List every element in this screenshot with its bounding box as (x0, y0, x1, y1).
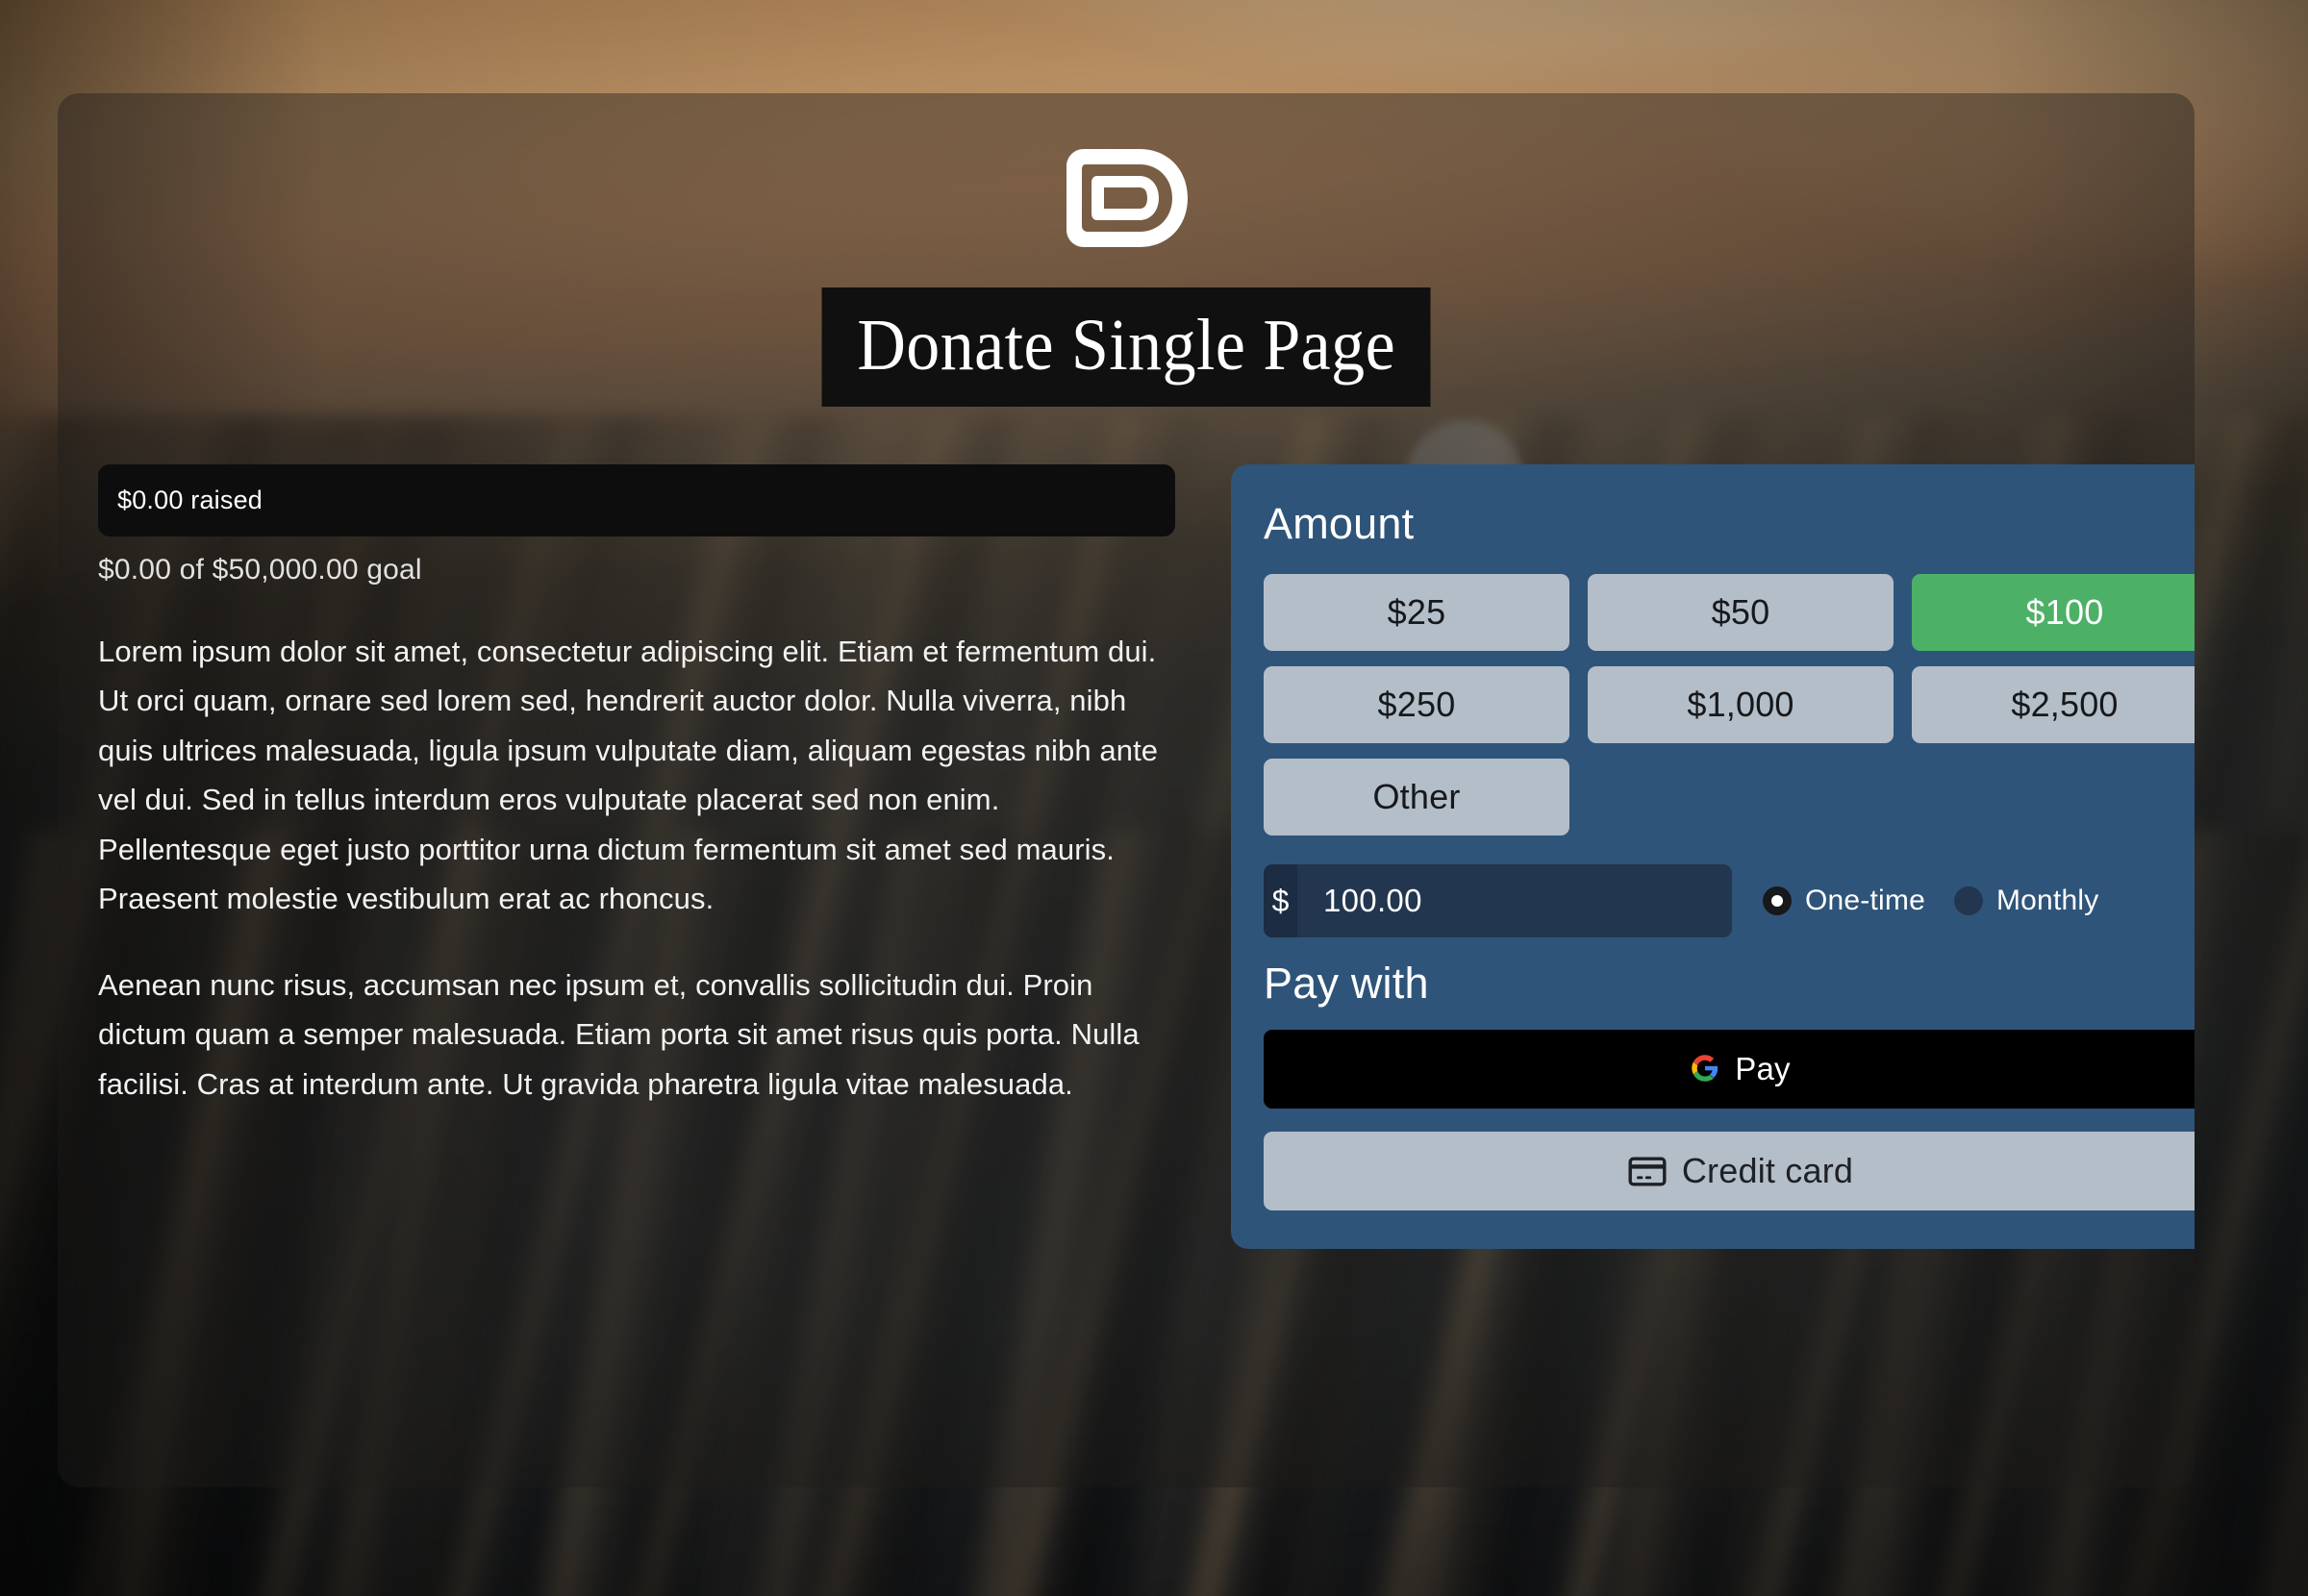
body-columns: $0.00 raised $0.00 of $50,000.00 goal Lo… (58, 407, 2195, 1249)
radio-monthly-icon[interactable] (1953, 886, 1983, 915)
frequency-group: One-time Monthly (1763, 885, 2098, 917)
frequency-option-monthly[interactable]: Monthly (1953, 885, 2099, 917)
currency-symbol: $ (1264, 864, 1297, 937)
google-pay-button[interactable]: Pay (1264, 1030, 2195, 1109)
frequency-label-one-time: One-time (1805, 885, 1925, 916)
page-header: Donate Single Page (58, 93, 2195, 407)
custom-amount-input[interactable] (1297, 864, 1732, 937)
logo-wrapper (58, 136, 2195, 261)
left-column: $0.00 raised $0.00 of $50,000.00 goal Lo… (98, 464, 1175, 1109)
credit-card-icon (1628, 1157, 1667, 1186)
progress-bar: $0.00 raised (98, 464, 1175, 536)
amount-option-50[interactable]: $50 (1588, 574, 1894, 651)
right-column: Amount $25 $50 $100 $250 $1,000 $2,500 O… (1231, 464, 2195, 1249)
radio-one-time-icon[interactable] (1763, 886, 1792, 915)
amount-options-grid: $25 $50 $100 $250 $1,000 $2,500 Other (1264, 574, 2195, 835)
amount-heading: Amount (1264, 499, 1415, 548)
page-container: Donate Single Page $0.00 raised $0.00 of… (58, 93, 2195, 1487)
brand-d-logo-icon (1059, 141, 1193, 255)
goal-label: $0.00 of $50,000.00 goal (98, 554, 422, 586)
amount-option-25[interactable]: $25 (1264, 574, 1569, 651)
pay-with-heading: Pay with (1264, 959, 1429, 1008)
google-pay-label: Pay (1735, 1051, 1791, 1086)
frequency-option-one-time[interactable]: One-time (1763, 885, 1925, 917)
amount-option-1000[interactable]: $1,000 (1588, 666, 1894, 743)
amount-option-other[interactable]: Other (1264, 759, 1569, 835)
amount-raised-label: $0.00 raised (117, 486, 263, 514)
body-paragraph-1: Lorem ipsum dolor sit amet, consectetur … (98, 635, 1159, 916)
amount-option-100[interactable]: $100 (1912, 574, 2195, 651)
credit-card-button[interactable]: Credit card (1264, 1132, 2195, 1210)
amount-option-250[interactable]: $250 (1264, 666, 1569, 743)
google-g-icon (1691, 1054, 1719, 1085)
custom-amount-row: $ One-time Monthly (1264, 864, 2195, 937)
custom-amount-field[interactable]: $ (1264, 864, 1732, 937)
frequency-label-monthly: Monthly (1995, 885, 2099, 916)
credit-card-label: Credit card (1681, 1151, 1854, 1190)
amount-option-2500[interactable]: $2,500 (1912, 666, 2195, 743)
page-title: Donate Single Page (821, 287, 1431, 407)
donation-card: Amount $25 $50 $100 $250 $1,000 $2,500 O… (1231, 464, 2195, 1249)
body-paragraph-2: Aenean nunc risus, accumsan nec ipsum et… (98, 967, 1140, 1101)
